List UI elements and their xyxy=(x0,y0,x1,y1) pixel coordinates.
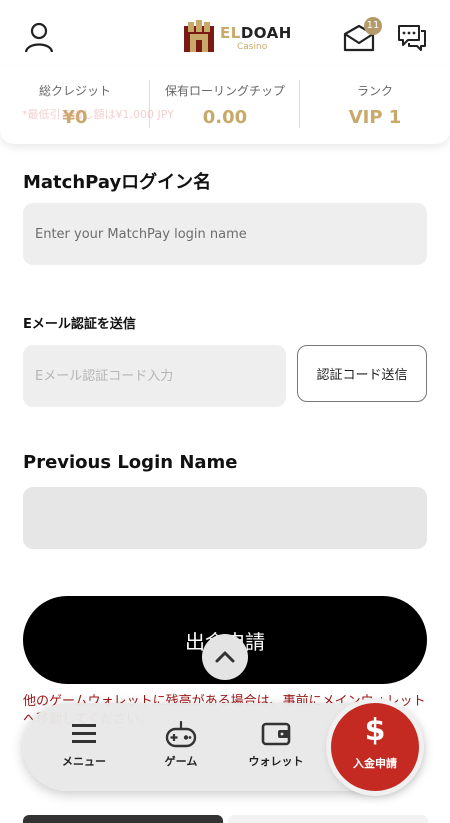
matchpay-login-title: MatchPayログイン名 xyxy=(23,172,212,193)
nav-menu-label: メニュー xyxy=(62,755,106,768)
logo-subtext: Casino xyxy=(237,42,268,52)
stat-rolling-chips: 保有ローリングチップ 0.00 xyxy=(150,66,300,144)
nav-game[interactable]: ゲーム xyxy=(141,719,221,769)
logo-castle-icon xyxy=(184,20,214,52)
stat-total-credit: 総クレジット ¥0 xyxy=(0,66,150,144)
bottom-tab-strip xyxy=(228,815,428,823)
nav-menu[interactable]: メニュー xyxy=(44,719,124,769)
logo-text-doah: DOAH xyxy=(240,24,292,42)
previous-login-input xyxy=(23,487,427,549)
deposit-button[interactable]: $ 入金申請 xyxy=(331,703,419,791)
dollar-icon: $ xyxy=(364,713,386,748)
nav-wallet-label: ウォレット xyxy=(248,755,304,768)
logo-text: ELDOAH xyxy=(220,24,292,42)
stat-label: 総クレジット xyxy=(38,84,111,98)
stat-label: ランク xyxy=(356,84,393,98)
send-code-button[interactable]: 認証コード送信 xyxy=(297,345,427,402)
min-withdraw-note: *最低引き出し額は¥1,000 JPY xyxy=(22,108,174,121)
logo-text-el: EL xyxy=(220,24,241,42)
stat-label: 保有ローリングチップ xyxy=(164,84,285,98)
chevron-up-icon xyxy=(215,651,235,663)
nav-game-label: ゲーム xyxy=(164,755,198,768)
email-verify-title: Eメール認証を送信 xyxy=(23,317,136,332)
account-stats-card: 総クレジット ¥0 保有ローリングチップ 0.00 ランク VIP 1 xyxy=(0,66,450,144)
nav-wallet[interactable]: ウォレット xyxy=(236,719,316,769)
mail-badge: 11 xyxy=(364,17,382,35)
menu-icon xyxy=(72,724,96,743)
stat-rank: ランク VIP 1 xyxy=(300,66,450,144)
top-header: ELDOAH Casino 11 xyxy=(0,0,450,70)
eldoah-logo[interactable]: ELDOAH Casino xyxy=(182,20,291,56)
gamepad-icon xyxy=(165,720,197,748)
wallet-icon xyxy=(261,722,291,746)
scroll-to-top-button[interactable] xyxy=(202,634,248,680)
email-code-input[interactable] xyxy=(23,345,286,407)
stat-value: VIP 1 xyxy=(348,107,402,128)
matchpay-login-input[interactable] xyxy=(23,203,427,265)
previous-login-title: Previous Login Name xyxy=(23,452,238,473)
bottom-tab-strip xyxy=(23,815,223,823)
deposit-label: 入金申請 xyxy=(353,757,397,770)
chat-icon[interactable] xyxy=(396,22,428,54)
user-icon[interactable] xyxy=(22,20,56,54)
